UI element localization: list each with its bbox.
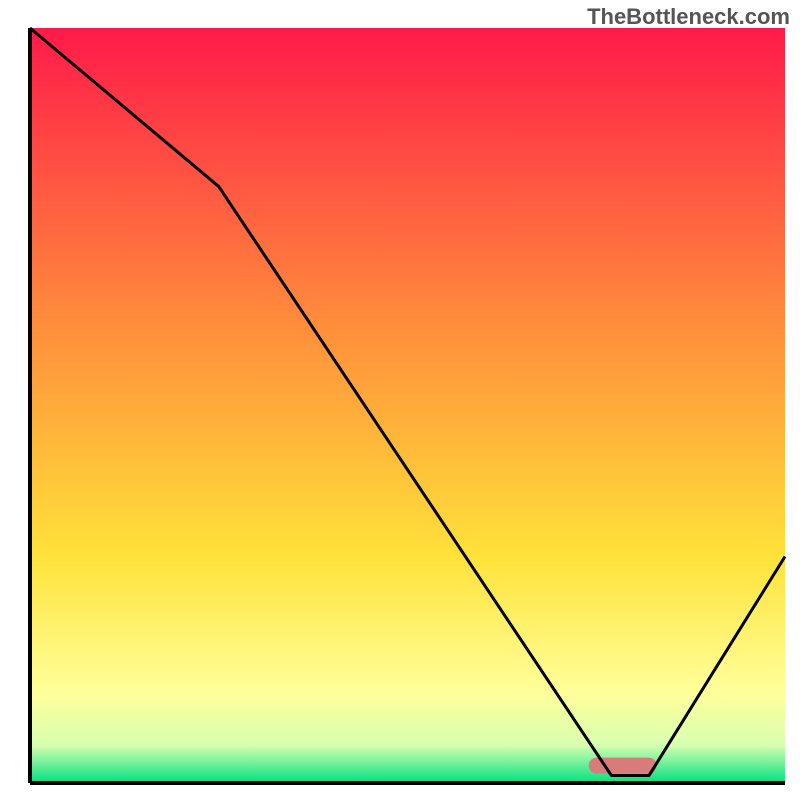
gradient-background bbox=[30, 28, 785, 783]
chart-svg bbox=[0, 0, 800, 800]
chart-container: TheBottleneck.com bbox=[0, 0, 800, 800]
watermark-text: TheBottleneck.com bbox=[587, 4, 790, 30]
marker-bar bbox=[589, 758, 657, 774]
